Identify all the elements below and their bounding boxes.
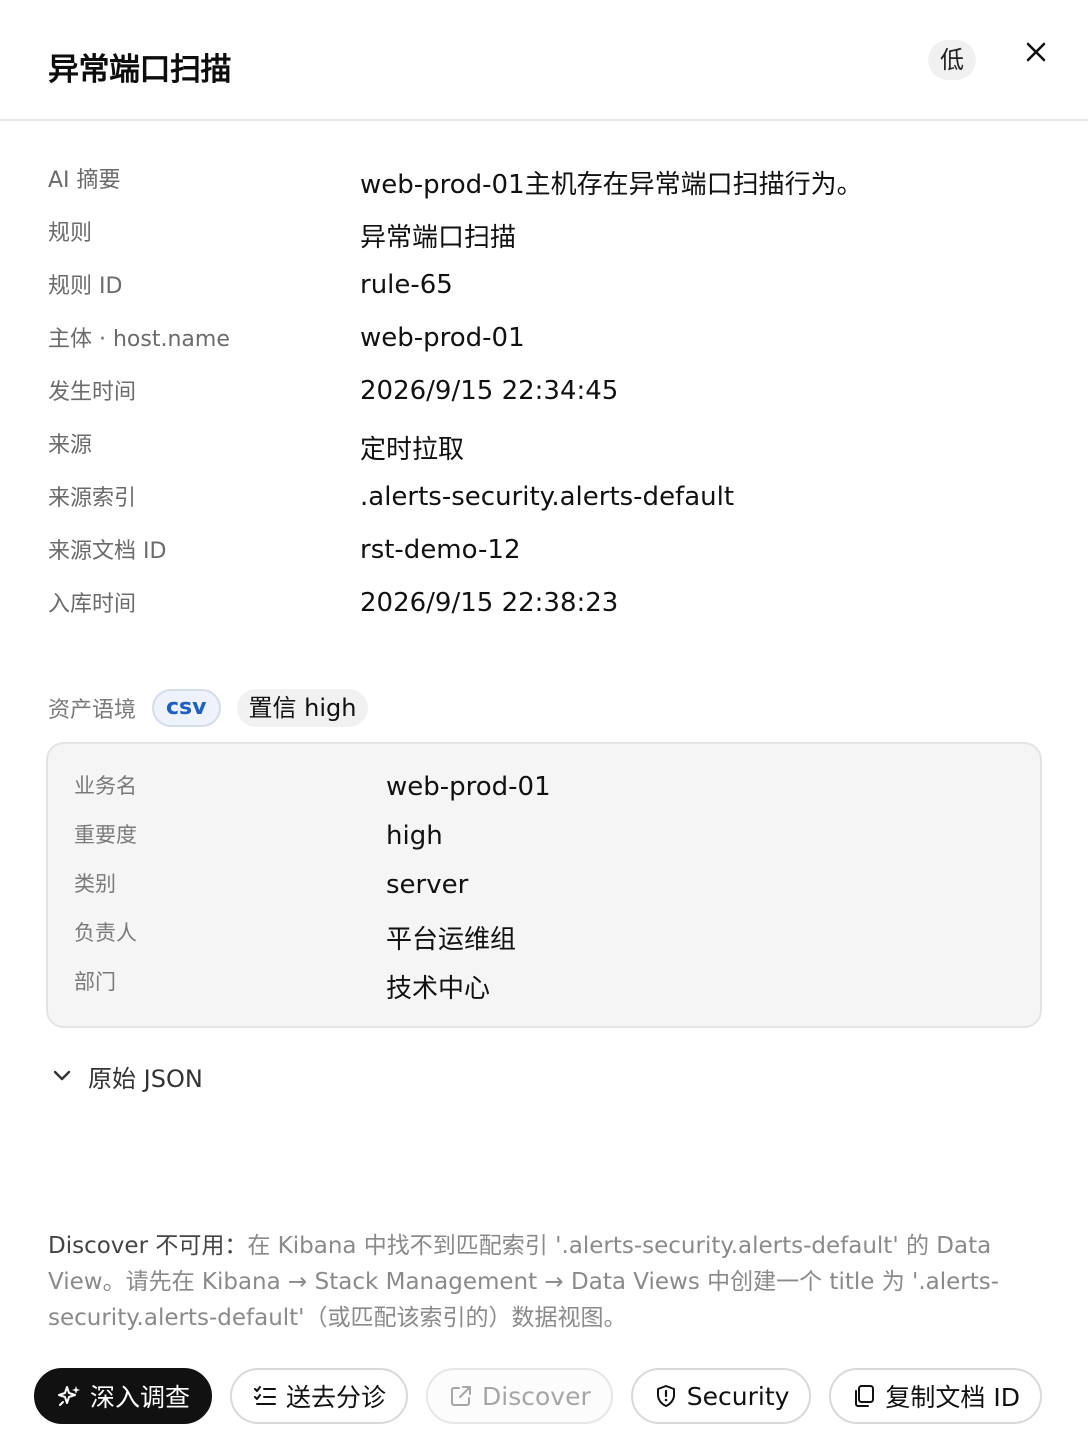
asset-label: 部门 <box>74 970 116 994</box>
detail-row-ai-summary: AI 摘要 web-prod-01主机存在异常端口扫描行为。 <box>48 152 1048 205</box>
detail-value: rst-demo-12 <box>360 535 521 565</box>
copy-doc-id-button[interactable]: 复制文档 ID <box>829 1368 1042 1424</box>
copy-doc-id-label: 复制文档 ID <box>885 1383 1020 1412</box>
asset-label: 负责人 <box>74 921 137 945</box>
close-icon <box>1026 42 1046 62</box>
detail-value: 2026/9/15 22:38:23 <box>360 588 619 618</box>
detail-label: 入库时间 <box>48 592 137 617</box>
detail-label: 规则 ID <box>48 274 123 299</box>
alert-title: 异常端口扫描 <box>48 52 232 88</box>
asset-row-criticality: 重要度 high <box>74 813 1014 862</box>
chevron-down-icon <box>53 1070 71 1081</box>
detail-label: 来源索引 <box>48 486 137 511</box>
copy-icon <box>855 1385 875 1407</box>
asset-label: 业务名 <box>74 774 137 798</box>
detail-value: web-prod-01主机存在异常端口扫描行为。 <box>360 170 863 200</box>
asset-value: web-prod-01 <box>386 772 551 802</box>
action-bar: 深入调查 送去分诊 Discover Security 复制文档 ID <box>34 1368 1060 1424</box>
detail-value: 定时拉取 <box>360 435 465 465</box>
panel-header: 异常端口扫描 低 <box>0 0 1088 121</box>
detail-row-host-name: 主体 · host.name web-prod-01 <box>48 311 1048 364</box>
checklist-icon <box>254 1386 277 1405</box>
detail-label: 主体 · host.name <box>48 327 230 352</box>
shield-alert-icon <box>656 1385 675 1407</box>
asset-source-badge: csv <box>152 689 221 727</box>
detail-row-occurred-at: 发生时间 2026/9/15 22:34:45 <box>48 364 1048 417</box>
sparkle-icon <box>58 1386 80 1406</box>
investigate-label: 深入调查 <box>90 1383 191 1412</box>
detail-value: 2026/9/15 22:34:45 <box>360 376 619 406</box>
asset-confidence-badge: 置信 high <box>236 689 369 727</box>
asset-value: high <box>386 821 443 851</box>
asset-value: 平台运维组 <box>386 925 517 955</box>
detail-label: 发生时间 <box>48 380 137 405</box>
asset-row-department: 部门 技术中心 <box>74 960 1014 1009</box>
asset-row-owner: 负责人 平台运维组 <box>74 911 1014 960</box>
detail-value: 异常端口扫描 <box>360 223 517 253</box>
detail-row-ingested-at: 入库时间 2026/9/15 22:38:23 <box>48 576 1048 629</box>
triage-label: 送去分诊 <box>286 1383 387 1412</box>
detail-label: AI 摘要 <box>48 168 121 193</box>
close-button[interactable] <box>1016 32 1056 72</box>
detail-row-source: 来源 定时拉取 <box>48 417 1048 470</box>
asset-row-category: 类别 server <box>74 862 1014 911</box>
discover-button[interactable]: Discover <box>426 1368 613 1424</box>
detail-label: 来源文档 ID <box>48 539 167 564</box>
detail-value: rule-65 <box>360 270 453 300</box>
discover-label: Discover <box>482 1381 591 1411</box>
asset-value: 技术中心 <box>386 974 491 1004</box>
detail-row-source-index: 来源索引 .alerts-security.alerts-default <box>48 470 1048 523</box>
detail-row-rule: 规则 异常端口扫描 <box>48 205 1048 258</box>
asset-value: server <box>386 870 469 900</box>
detail-label: 规则 <box>48 221 93 246</box>
detail-value: .alerts-security.alerts-default <box>360 482 735 512</box>
asset-context-label: 资产语境 <box>48 698 137 723</box>
asset-context-card: 业务名 web-prod-01 重要度 high 类别 server 负责人 平… <box>46 742 1042 1028</box>
detail-row-source-doc-id: 来源文档 ID rst-demo-12 <box>48 523 1048 576</box>
alert-detail-panel: 异常端口扫描 低 AI 摘要 web-prod-01主机存在异常端口扫描行为。 … <box>0 0 1088 1456</box>
asset-label: 重要度 <box>74 823 137 847</box>
raw-json-toggle[interactable]: 原始 JSON <box>48 1056 203 1096</box>
alert-details: AI 摘要 web-prod-01主机存在异常端口扫描行为。 规则 异常端口扫描… <box>48 152 1048 629</box>
asset-row-business-name: 业务名 web-prod-01 <box>74 764 1014 813</box>
external-link-icon <box>451 1386 472 1406</box>
detail-value: web-prod-01 <box>360 323 525 353</box>
investigate-button[interactable]: 深入调查 <box>34 1368 213 1424</box>
asset-label: 类别 <box>74 872 116 896</box>
notice-head: Discover 不可用： <box>48 1233 248 1259</box>
triage-button[interactable]: 送去分诊 <box>230 1368 409 1424</box>
discover-unavailable-notice: Discover 不可用：在 Kibana 中找不到匹配索引 '.alerts-… <box>48 1228 1028 1336</box>
security-button[interactable]: Security <box>630 1368 812 1424</box>
raw-json-label: 原始 JSON <box>88 1064 203 1093</box>
security-label: Security <box>686 1381 790 1411</box>
asset-context-header: 资产语境 csv 置信 high <box>48 688 369 728</box>
detail-label: 来源 <box>48 433 93 458</box>
detail-row-rule-id: 规则 ID rule-65 <box>48 258 1048 311</box>
severity-badge: 低 <box>928 40 976 80</box>
